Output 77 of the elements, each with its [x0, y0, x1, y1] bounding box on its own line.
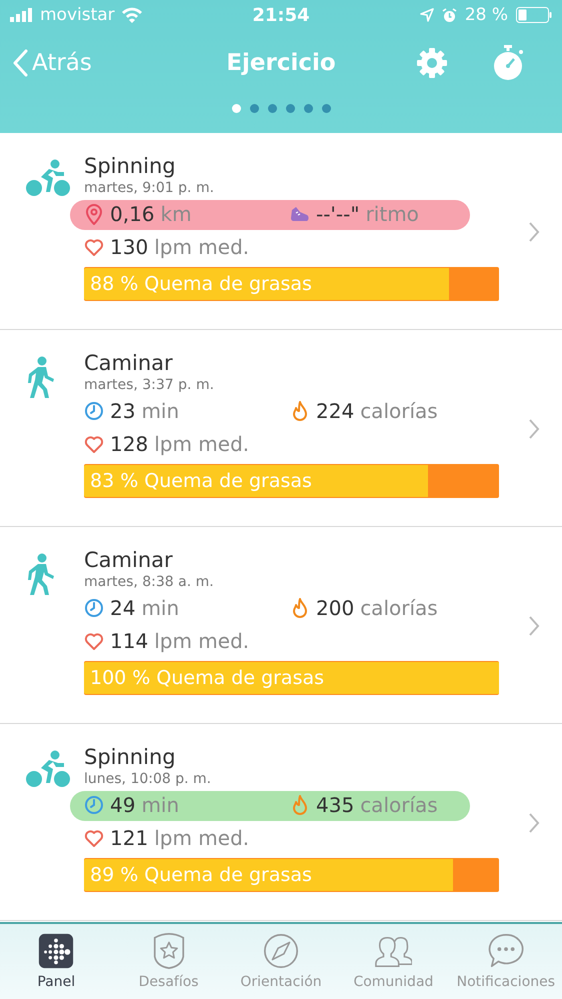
bike-rider-icon	[25, 750, 71, 788]
page-dot[interactable]	[232, 104, 240, 113]
page-dot[interactable]	[304, 104, 312, 113]
page-dot[interactable]	[268, 104, 276, 113]
exercise-name: Caminar	[84, 547, 173, 573]
page-dot[interactable]	[286, 104, 294, 113]
stat-unit: min	[141, 398, 180, 422]
stat-value: 23	[110, 398, 136, 422]
page-dot[interactable]	[250, 104, 258, 113]
stat-value: 24	[110, 596, 136, 620]
exercise-date: lunes, 10:08 p. m.	[84, 770, 212, 788]
signal-icon	[10, 8, 34, 22]
stat-unit: lpm med.	[154, 628, 250, 652]
stat-unit: calorías	[360, 596, 438, 620]
exercise-date: martes, 3:37 p. m.	[84, 376, 214, 394]
exercise-date: martes, 8:38 a. m.	[84, 573, 214, 591]
location-icon	[420, 8, 434, 22]
stat-unit: lpm med.	[154, 234, 250, 258]
bike-rider-icon	[25, 159, 71, 197]
page-dot[interactable]	[322, 104, 330, 113]
back-chevron-icon	[12, 49, 28, 77]
battery-icon	[516, 7, 552, 23]
exercise-name: Spinning	[84, 153, 176, 179]
stat-value: 224	[316, 398, 354, 422]
stat-unit: lpm med.	[154, 432, 250, 456]
exercise-card[interactable]: Spinning martes, 9:01 p. m. 0,16 km --'--" ritmo 130 lpm med. 88 % Quema de grasas	[0, 133, 562, 330]
battery-percent: 28 %	[464, 5, 508, 25]
stat-value: 49	[110, 792, 136, 816]
stat-value: 200	[316, 596, 354, 620]
fat-burn-label: 83 % Quema de grasas	[90, 469, 312, 494]
clock-time: 21:54	[252, 4, 310, 26]
flame-icon	[290, 794, 310, 816]
fat-burn-label: 100 % Quema de grasas	[90, 666, 324, 691]
fat-burn-label: 88 % Quema de grasas	[90, 272, 312, 297]
stat-unit: calorías	[360, 398, 438, 422]
stat-value: 435	[316, 792, 354, 816]
stat-unit: min	[141, 596, 180, 620]
exercise-card[interactable]: Spinning lunes, 10:08 p. m. 49 min 435 calorías 121 lpm med. 89 % Quema de grasas	[0, 724, 562, 921]
clock-icon	[84, 794, 104, 816]
stat-unit: calorías	[360, 792, 438, 816]
stat-unit: lpm med.	[154, 826, 250, 850]
flame-icon	[290, 400, 310, 422]
clock-icon	[84, 400, 104, 422]
stat-value: 0,16	[110, 202, 155, 226]
stat-value: 128	[110, 432, 148, 456]
stat-value: 130	[110, 234, 148, 258]
stopwatch-icon[interactable]	[492, 45, 524, 81]
exercise-name: Caminar	[84, 350, 173, 376]
exercise-date: martes, 9:01 p. m.	[84, 179, 214, 197]
chevron-icon	[528, 418, 540, 440]
exercise-name: Spinning	[84, 744, 176, 770]
flame-icon	[290, 596, 310, 618]
exercise-card[interactable]: Caminar martes, 3:37 p. m. 23 min 224 calorías 128 lpm med. 83 % Quema de grasas	[0, 330, 562, 527]
clock-icon	[84, 596, 104, 618]
stat-unit: km	[160, 202, 192, 226]
walking-person-icon	[25, 356, 55, 398]
chevron-icon	[528, 615, 540, 637]
fat-burn-label: 89 % Quema de grasas	[90, 863, 312, 888]
tab-bar-item[interactable]: Panel	[0, 924, 112, 999]
location-pin-icon	[84, 202, 104, 224]
chevron-icon	[528, 812, 540, 834]
compass-icon	[262, 932, 300, 970]
wifi-icon	[120, 7, 143, 23]
stat-value: --'--"	[316, 202, 360, 226]
dashboard-icon	[37, 932, 76, 970]
exercise-card[interactable]: Caminar martes, 8:38 a. m. 24 min 200 calorías 114 lpm med. 100 % Quema de grasas	[0, 527, 562, 724]
chat-bubble-icon	[486, 932, 525, 970]
settings-icon[interactable]	[416, 47, 448, 79]
stat-unit: ritmo	[366, 202, 419, 226]
alarm-icon	[442, 8, 457, 22]
screen-title: Ejercicio	[226, 50, 336, 76]
chevron-icon	[528, 221, 540, 243]
stat-unit: min	[141, 792, 180, 816]
stat-value: 114	[110, 628, 148, 652]
walking-person-icon	[25, 553, 55, 595]
carrier-name: movistar	[40, 5, 115, 25]
stat-value: 121	[110, 826, 148, 850]
